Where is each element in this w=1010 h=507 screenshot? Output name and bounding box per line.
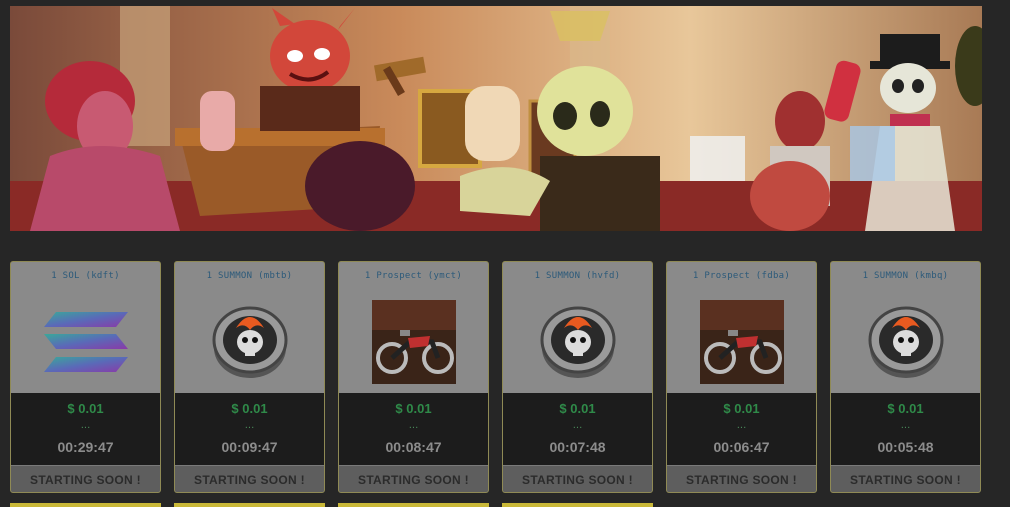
price: $ 0.01	[67, 401, 104, 416]
skull-coin-icon	[208, 300, 292, 384]
starting-soon-button[interactable]: STARTING SOON !	[503, 465, 652, 492]
countdown-timer: 00:05:48	[877, 439, 934, 455]
countdown-timer: 00:29:47	[57, 439, 114, 455]
next-row-card-edge	[502, 503, 653, 507]
auction-card[interactable]: 1 SUMMON (mbtb) $ 0.01 ... 00:09:47 STAR…	[174, 261, 325, 493]
motorcycle-icon	[700, 300, 784, 384]
auction-card[interactable]: 1 SUMMON (kmbq) $ 0.01 ... 00:05:48 STAR…	[830, 261, 981, 493]
card-info: $ 0.01 ... 00:05:48	[831, 393, 980, 465]
card-info: $ 0.01 ... 00:07:48	[503, 393, 652, 465]
skull-coin-icon	[536, 300, 620, 384]
bid-status: ...	[900, 420, 911, 431]
starting-soon-button[interactable]: STARTING SOON !	[11, 465, 160, 492]
auction-card[interactable]: 1 SUMMON (hvfd) $ 0.01 ... 00:07:48 STAR…	[502, 261, 653, 493]
starting-soon-button[interactable]: STARTING SOON !	[339, 465, 488, 492]
price: $ 0.01	[395, 401, 432, 416]
card-title: 1 SUMMON (mbtb)	[206, 271, 293, 281]
bid-status: ...	[80, 420, 91, 431]
next-row-card-edge	[338, 503, 489, 507]
next-row-card-edge	[174, 503, 325, 507]
starting-soon-button[interactable]: STARTING SOON !	[831, 465, 980, 492]
auction-card[interactable]: 1 Prospect (fdba) $ 0.01 ... 00:06:47 ST…	[666, 261, 817, 493]
card-title: 1 SOL (kdft)	[51, 271, 120, 281]
card-info: $ 0.01 ... 00:06:47	[667, 393, 816, 465]
price: $ 0.01	[723, 401, 760, 416]
card-info: $ 0.01 ... 00:09:47	[175, 393, 324, 465]
card-info: $ 0.01 ... 00:29:47	[11, 393, 160, 465]
skull-coin-icon	[864, 300, 948, 384]
auction-banner	[10, 6, 982, 231]
bid-status: ...	[244, 420, 255, 431]
card-title: 1 Prospect (fdba)	[692, 271, 791, 281]
countdown-timer: 00:07:48	[549, 439, 606, 455]
bid-status: ...	[572, 420, 583, 431]
countdown-timer: 00:08:47	[385, 439, 442, 455]
card-info: $ 0.01 ... 00:08:47	[339, 393, 488, 465]
price: $ 0.01	[231, 401, 268, 416]
price: $ 0.01	[887, 401, 924, 416]
bid-status: ...	[408, 420, 419, 431]
card-title: 1 Prospect (ymct)	[364, 271, 463, 281]
auction-card[interactable]: 1 Prospect (ymct) $ 0.01 ... 00:08:47 ST…	[338, 261, 489, 493]
starting-soon-button[interactable]: STARTING SOON !	[667, 465, 816, 492]
countdown-timer: 00:06:47	[713, 439, 770, 455]
auction-card[interactable]: 1 SOL (kdft) $ 0.01 ... 00:29:47 STARTIN…	[10, 261, 161, 493]
price: $ 0.01	[559, 401, 596, 416]
countdown-timer: 00:09:47	[221, 439, 278, 455]
motorcycle-icon	[372, 300, 456, 384]
card-title: 1 SUMMON (kmbq)	[862, 271, 949, 281]
solana-logo-icon	[44, 300, 128, 384]
next-row-card-edge	[10, 503, 161, 507]
starting-soon-button[interactable]: STARTING SOON !	[175, 465, 324, 492]
bid-status: ...	[736, 420, 747, 431]
card-title: 1 SUMMON (hvfd)	[534, 271, 621, 281]
